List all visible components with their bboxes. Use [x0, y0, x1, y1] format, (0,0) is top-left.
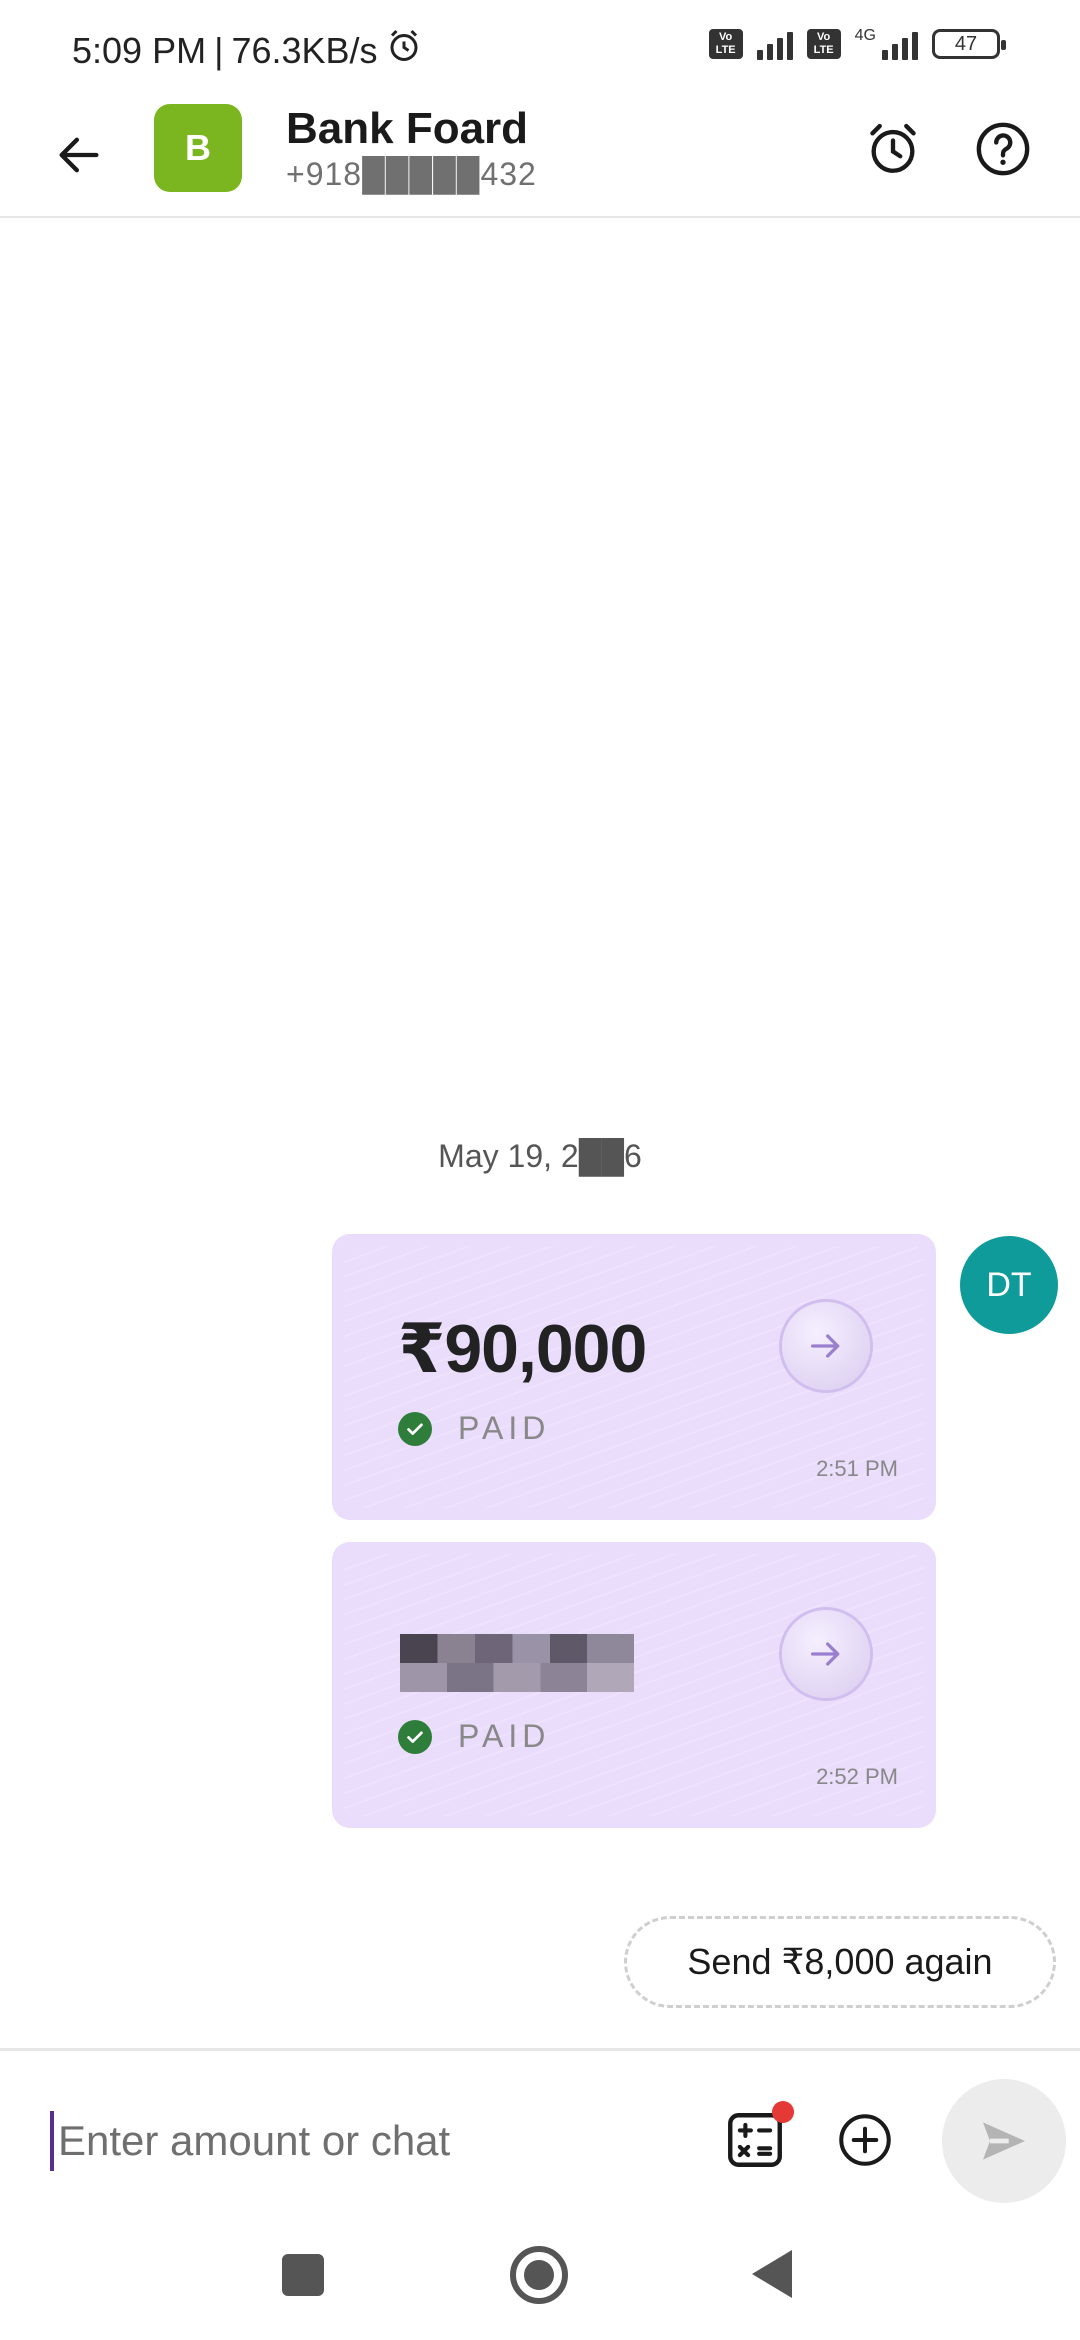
payment-time: 2:52 PM [816, 1764, 898, 1789]
recents-button[interactable] [282, 2254, 324, 2296]
payment-card[interactable]: PAID 2:52 PM [332, 1542, 936, 1828]
sender-avatar[interactable]: DT [960, 1236, 1058, 1334]
system-back-button[interactable] [752, 2250, 792, 2298]
add-attachment-button[interactable] [832, 2107, 898, 2173]
network-speed: 76.3KB/s [231, 29, 378, 71]
status-right: Vo LTE Vo LTE 4G 47 [708, 27, 1006, 60]
paid-label: PAID [458, 1410, 551, 1446]
battery-icon: 47 [932, 29, 1006, 59]
open-payment-arrow-icon[interactable] [782, 1302, 870, 1390]
home-dot [524, 2260, 554, 2290]
status-separator: | [214, 29, 224, 71]
paid-check-icon [398, 1719, 432, 1754]
calculator-button[interactable] [722, 2101, 794, 2173]
status-left: 5:09 PM | 76.3KB/s [72, 28, 422, 73]
help-button[interactable] [968, 114, 1038, 184]
send-again-button[interactable]: Send ₹8,000 again [624, 1916, 1056, 2008]
payment-card[interactable]: ₹90,000 PAID 2:51 PM [332, 1234, 936, 1520]
volte-sim1-icon: Vo LTE [708, 29, 743, 59]
status-time: 5:09 PM [72, 29, 207, 71]
date-separator: May 19, 2██6 [438, 1138, 642, 1174]
composer-bar [0, 2048, 1080, 2208]
paid-label: PAID [458, 1718, 551, 1754]
alarm-status-icon [386, 28, 422, 73]
chat-screen: 5:09 PM | 76.3KB/s Vo LTE Vo LTE 4G 47 B… [0, 0, 1080, 2340]
back-arrow-icon [59, 137, 99, 173]
send-icon [983, 2122, 1025, 2160]
contact-phone: +918█████432 [286, 156, 537, 192]
contact-avatar[interactable]: B [154, 104, 242, 192]
system-nav-bar [0, 2210, 1080, 2340]
open-payment-arrow-icon[interactable] [782, 1610, 870, 1698]
payment-status: PAID [398, 1410, 550, 1447]
signal-sim2-icon [882, 28, 918, 60]
status-bar: 5:09 PM | 76.3KB/s Vo LTE Vo LTE 4G 47 [0, 0, 1080, 96]
payment-status: PAID [398, 1718, 550, 1755]
chat-header: B Bank Foard +918█████432 [0, 96, 1080, 218]
notification-dot [772, 2101, 794, 2123]
reminder-button[interactable] [858, 114, 928, 184]
send-button[interactable] [942, 2079, 1066, 2203]
help-icon [976, 122, 1030, 176]
home-button[interactable] [510, 2246, 568, 2304]
signal-sim1-icon [756, 28, 793, 60]
back-button[interactable] [44, 120, 114, 190]
payment-amount-redacted [400, 1634, 634, 1692]
paid-check-icon [398, 1411, 432, 1446]
amount-chat-input[interactable] [50, 2111, 690, 2171]
alarm-clock-icon [870, 123, 916, 173]
payment-amount: ₹90,000 [398, 1311, 647, 1387]
add-circle-icon [839, 2114, 891, 2166]
contact-name[interactable]: Bank Foard [286, 104, 528, 154]
payment-time: 2:51 PM [816, 1456, 898, 1481]
network-type: 4G [854, 27, 876, 44]
volte-sim2-icon: Vo LTE [806, 29, 841, 59]
